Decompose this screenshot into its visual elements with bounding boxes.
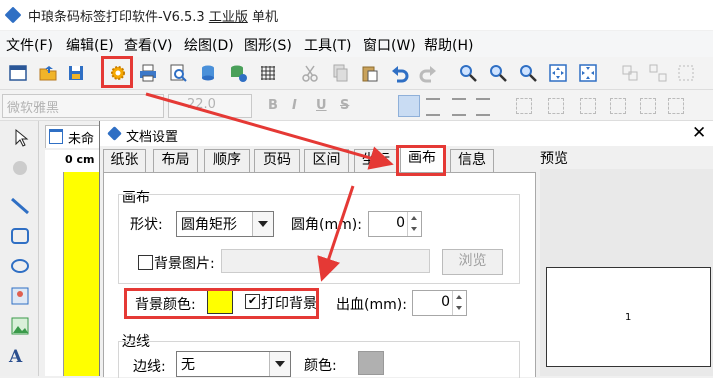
arrow-to-canvas-tab	[145, 92, 394, 170]
annotation-arrows	[145, 92, 394, 282]
arrow-to-background-settings	[317, 185, 355, 282]
